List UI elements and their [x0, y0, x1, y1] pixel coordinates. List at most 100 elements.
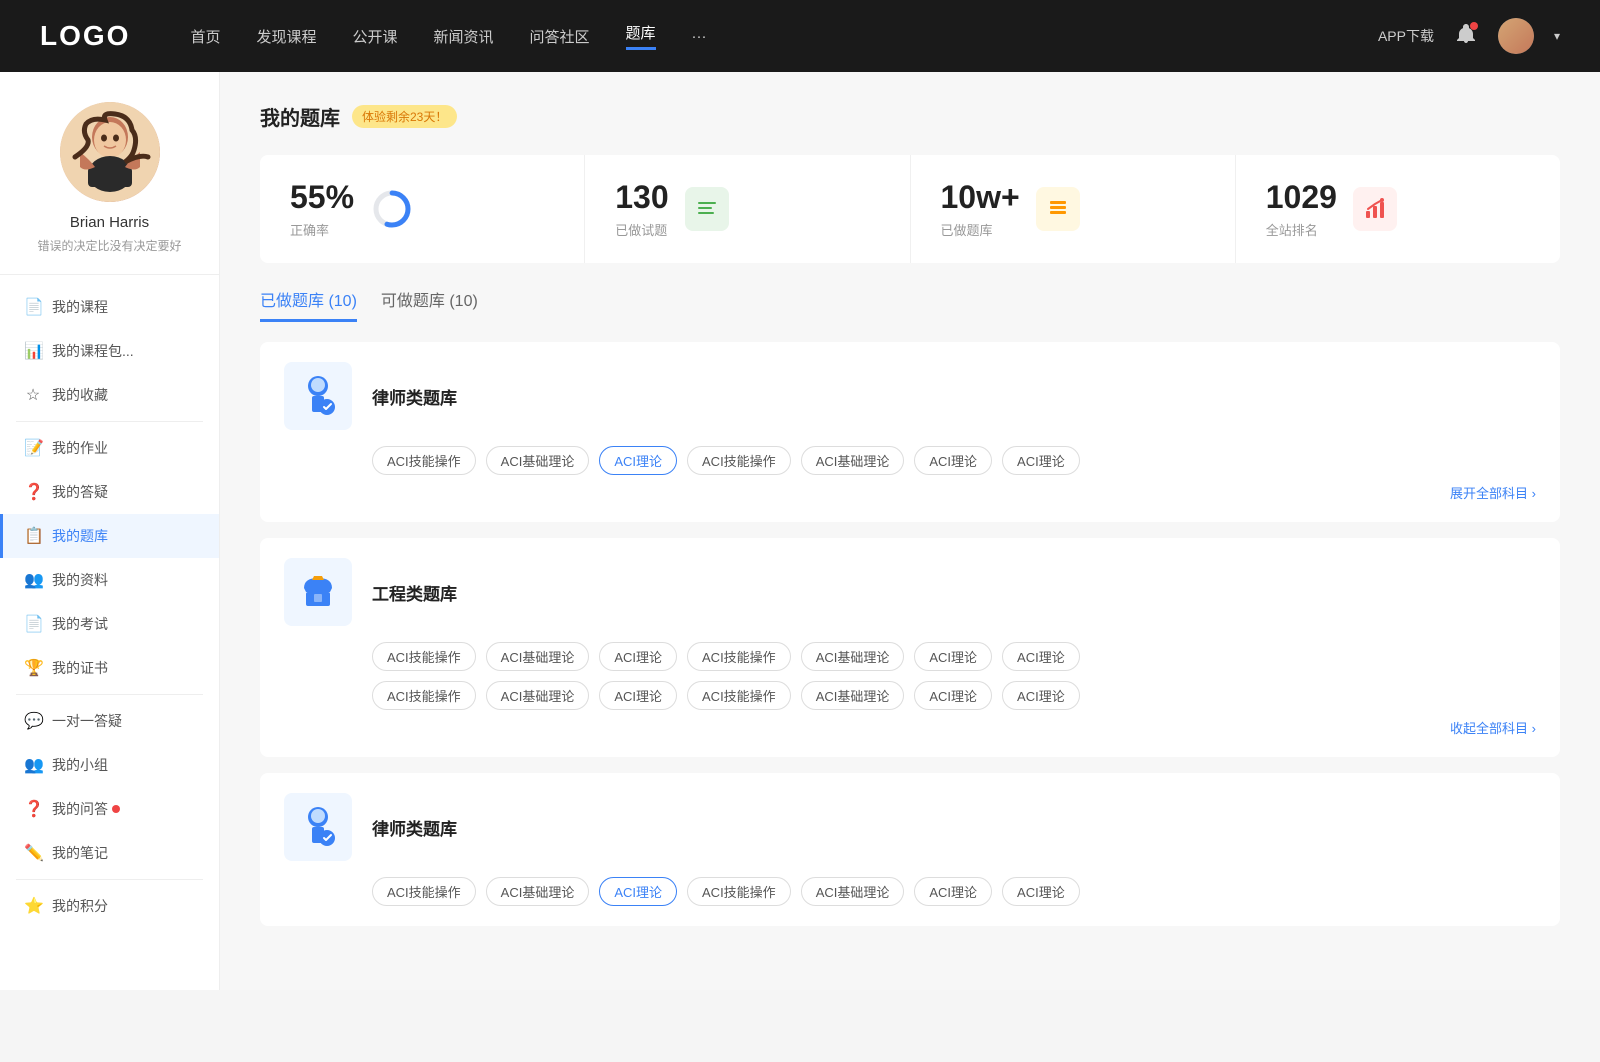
sidebar-label-points: 我的积分: [52, 896, 108, 916]
avatar-image: [1498, 18, 1534, 54]
tag-eng-2[interactable]: ACI基础理论: [486, 642, 590, 671]
sidebar-item-points[interactable]: ⭐ 我的积分: [0, 884, 219, 928]
bank-icon: 📋: [24, 526, 42, 546]
tag-lawyer1-7[interactable]: ACI理论: [1002, 446, 1080, 475]
sidebar-label-homework: 我的作业: [52, 438, 108, 458]
collapse-engineer[interactable]: 收起全部科目 ›: [284, 718, 1536, 737]
tag-lawyer2-3[interactable]: ACI理论: [599, 877, 677, 906]
tag-lawyer2-5[interactable]: ACI基础理论: [801, 877, 905, 906]
navbar: LOGO 首页 发现课程 公开课 新闻资讯 问答社区 题库 ··· APP下载 …: [0, 0, 1600, 72]
bank-card-header-1: 律师类题库: [284, 362, 1536, 430]
sidebar-item-qa[interactable]: ❓ 我的问答: [0, 787, 219, 831]
rank-icon: [1363, 197, 1387, 221]
stat-rank-value: 1029: [1266, 179, 1337, 216]
tab-done-banks[interactable]: 已做题库 (10): [260, 287, 357, 322]
stats-row: 55% 正确率 130 已做试题: [260, 155, 1560, 263]
avatar-svg: [60, 102, 160, 202]
stat-done-questions-content: 130 已做试题: [615, 179, 668, 239]
sidebar-item-course[interactable]: 📄 我的课程: [0, 285, 219, 329]
sidebar-item-group[interactable]: 👥 我的小组: [0, 743, 219, 787]
tag-eng-7[interactable]: ACI理论: [1002, 642, 1080, 671]
tag-eng-9[interactable]: ACI基础理论: [486, 681, 590, 710]
sidebar-label-certificate: 我的证书: [52, 658, 108, 678]
bank-title-engineer: 工程类题库: [372, 580, 457, 605]
bank-list-icon: [1046, 197, 1070, 221]
bank-icon-lawyer-1: [284, 362, 352, 430]
tag-lawyer1-5[interactable]: ACI基础理论: [801, 446, 905, 475]
profile-icon: 👥: [24, 570, 42, 590]
nav-discover[interactable]: 发现课程: [256, 26, 316, 47]
nav-bank[interactable]: 题库: [626, 22, 656, 50]
profile-name: Brian Harris: [70, 214, 149, 231]
bank-card-header-2: 工程类题库: [284, 558, 1536, 626]
tag-eng-5[interactable]: ACI基础理论: [801, 642, 905, 671]
tag-eng-11[interactable]: ACI技能操作: [687, 681, 791, 710]
questions-icon: ❓: [24, 482, 42, 502]
tag-lawyer1-4[interactable]: ACI技能操作: [687, 446, 791, 475]
sidebar-label-qa: 我的问答: [52, 799, 108, 819]
tab-available-banks[interactable]: 可做题库 (10): [381, 287, 478, 322]
sidebar-label-course: 我的课程: [52, 297, 108, 317]
stat-done-questions-label: 已做试题: [615, 220, 668, 239]
tag-lawyer2-2[interactable]: ACI基础理论: [486, 877, 590, 906]
sidebar-item-questions[interactable]: ❓ 我的答疑: [0, 470, 219, 514]
tag-lawyer1-1[interactable]: ACI技能操作: [372, 446, 476, 475]
bank-tags-engineer-row1: ACI技能操作 ACI基础理论 ACI理论 ACI技能操作 ACI基础理论 AC…: [372, 642, 1536, 671]
tag-eng-8[interactable]: ACI技能操作: [372, 681, 476, 710]
nav-news[interactable]: 新闻资讯: [434, 26, 494, 47]
list-green-icon: [685, 187, 729, 231]
tag-lawyer2-6[interactable]: ACI理论: [914, 877, 992, 906]
tag-lawyer2-4[interactable]: ACI技能操作: [687, 877, 791, 906]
tag-eng-3[interactable]: ACI理论: [599, 642, 677, 671]
tag-eng-14[interactable]: ACI理论: [1002, 681, 1080, 710]
tag-eng-6[interactable]: ACI理论: [914, 642, 992, 671]
tag-eng-10[interactable]: ACI理论: [599, 681, 677, 710]
user-menu-arrow[interactable]: ▾: [1554, 29, 1560, 43]
stat-accuracy-value: 55%: [290, 179, 354, 216]
stat-accuracy-label: 正确率: [290, 220, 354, 239]
content-area: 我的题库 体验剩余23天！ 55% 正确率: [220, 72, 1600, 990]
profile-avatar: [60, 102, 160, 202]
sidebar-item-package[interactable]: 📊 我的课程包...: [0, 329, 219, 373]
tag-lawyer1-6[interactable]: ACI理论: [914, 446, 992, 475]
sidebar-divider-3: [16, 879, 203, 880]
sidebar-label-tutor: 一对一答疑: [52, 711, 122, 731]
tag-eng-1[interactable]: ACI技能操作: [372, 642, 476, 671]
page-header: 我的题库 体验剩余23天！: [260, 102, 1560, 131]
tag-lawyer2-7[interactable]: ACI理论: [1002, 877, 1080, 906]
points-icon: ⭐: [24, 896, 42, 916]
homework-icon: 📝: [24, 438, 42, 458]
stat-done-banks: 10w+ 已做题库: [911, 155, 1236, 263]
notification-dot: [1470, 22, 1478, 30]
sidebar-label-bank: 我的题库: [52, 526, 108, 546]
nav-more[interactable]: ···: [692, 28, 707, 45]
sidebar-item-notes[interactable]: ✏️ 我的笔记: [0, 831, 219, 875]
sidebar-item-exam[interactable]: 📄 我的考试: [0, 602, 219, 646]
user-avatar[interactable]: [1498, 18, 1534, 54]
app-download-link[interactable]: APP下载: [1378, 26, 1434, 46]
sidebar-item-homework[interactable]: 📝 我的作业: [0, 426, 219, 470]
lawyer-icon-svg-2: [294, 803, 342, 851]
nav-open[interactable]: 公开课: [352, 26, 397, 47]
sidebar-item-profile[interactable]: 👥 我的资料: [0, 558, 219, 602]
sidebar-label-exam: 我的考试: [52, 614, 108, 634]
stat-done-banks-content: 10w+ 已做题库: [941, 179, 1020, 239]
tag-eng-4[interactable]: ACI技能操作: [687, 642, 791, 671]
tutor-icon: 💬: [24, 711, 42, 731]
list-yellow-icon: [1036, 187, 1080, 231]
expand-lawyer-1[interactable]: 展开全部科目 ›: [284, 483, 1536, 502]
sidebar-item-bank[interactable]: 📋 我的题库: [0, 514, 219, 558]
sidebar-item-tutor[interactable]: 💬 一对一答疑: [0, 699, 219, 743]
sidebar: Brian Harris 错误的决定比没有决定要好 📄 我的课程 📊 我的课程包…: [0, 72, 220, 990]
stat-done-questions: 130 已做试题: [585, 155, 910, 263]
tag-lawyer2-1[interactable]: ACI技能操作: [372, 877, 476, 906]
tag-eng-12[interactable]: ACI基础理论: [801, 681, 905, 710]
sidebar-item-certificate[interactable]: 🏆 我的证书: [0, 646, 219, 690]
tag-eng-13[interactable]: ACI理论: [914, 681, 992, 710]
sidebar-item-favorites[interactable]: ☆ 我的收藏: [0, 373, 219, 417]
nav-home[interactable]: 首页: [190, 26, 220, 47]
nav-qa[interactable]: 问答社区: [530, 26, 590, 47]
tag-lawyer1-2[interactable]: ACI基础理论: [486, 446, 590, 475]
tag-lawyer1-3[interactable]: ACI理论: [599, 446, 677, 475]
notification-bell[interactable]: [1454, 22, 1478, 51]
